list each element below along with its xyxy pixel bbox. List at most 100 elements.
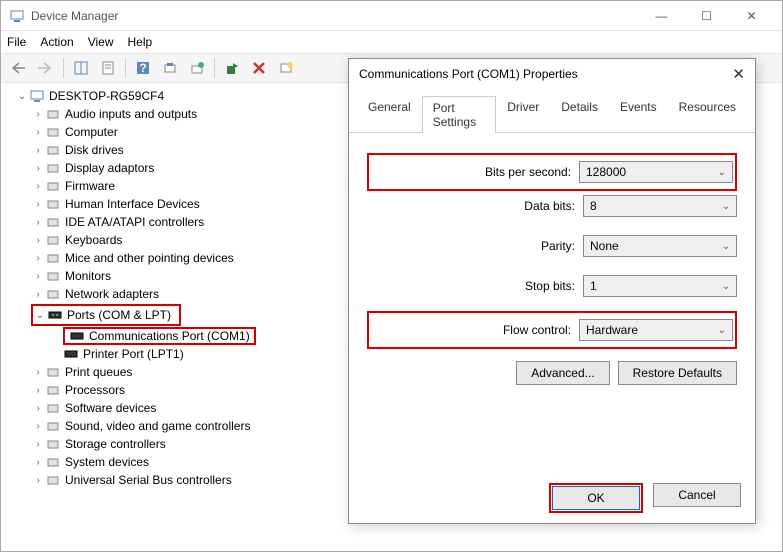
- uninstall-button[interactable]: [247, 56, 271, 80]
- dialog-titlebar: Communications Port (COM1) Properties ✕: [349, 59, 755, 89]
- chevron-down-icon: ⌄: [722, 201, 730, 212]
- expand-icon[interactable]: ›: [31, 403, 45, 414]
- expand-icon[interactable]: ›: [31, 367, 45, 378]
- parity-label: Parity:: [541, 239, 575, 253]
- flow-highlight: Flow control: Hardware⌄: [367, 311, 737, 349]
- bits-label: Bits per second:: [485, 165, 571, 179]
- menu-view[interactable]: View: [88, 35, 114, 49]
- device-icon: [45, 216, 61, 228]
- menu-file[interactable]: File: [7, 35, 26, 49]
- expand-icon[interactable]: ›: [31, 253, 45, 264]
- expand-icon[interactable]: ›: [31, 271, 45, 282]
- expand-icon[interactable]: ›: [31, 181, 45, 192]
- expand-icon[interactable]: ›: [31, 235, 45, 246]
- separator: [63, 58, 64, 78]
- device-icon: [45, 144, 61, 156]
- menu-help[interactable]: Help: [128, 35, 153, 49]
- dialog-close-button[interactable]: ✕: [732, 65, 745, 83]
- expand-icon[interactable]: ›: [31, 439, 45, 450]
- expand-icon[interactable]: ›: [31, 289, 45, 300]
- collapse-icon[interactable]: ⌄: [15, 91, 29, 102]
- restore-defaults-button[interactable]: Restore Defaults: [618, 361, 737, 385]
- databits-select[interactable]: 8⌄: [583, 195, 737, 217]
- titlebar: Device Manager — ☐ ✕: [1, 1, 782, 31]
- expand-icon[interactable]: ›: [31, 457, 45, 468]
- separator: [125, 58, 126, 78]
- tree-item-label: Audio inputs and outputs: [65, 107, 197, 121]
- tree-item-label: Keyboards: [65, 233, 122, 247]
- expand-icon[interactable]: ›: [31, 385, 45, 396]
- tree-item-label: Firmware: [65, 179, 115, 193]
- show-hide-button[interactable]: [69, 56, 93, 80]
- expand-icon[interactable]: ›: [31, 109, 45, 120]
- enable-button[interactable]: [220, 56, 244, 80]
- computer-icon: [29, 89, 45, 103]
- flow-select[interactable]: Hardware⌄: [579, 319, 733, 341]
- tree-item-label: IDE ATA/ATAPI controllers: [65, 215, 204, 229]
- ports-highlight: ⌄ Ports (COM & LPT): [31, 304, 181, 326]
- refresh-button[interactable]: [274, 56, 298, 80]
- expand-icon[interactable]: ›: [31, 475, 45, 486]
- device-icon: [45, 384, 61, 396]
- tab-events[interactable]: Events: [609, 95, 668, 132]
- tree-item-label: System devices: [65, 455, 149, 469]
- device-icon: [45, 252, 61, 264]
- tree-item-label: Sound, video and game controllers: [65, 419, 250, 433]
- tab-details[interactable]: Details: [550, 95, 609, 132]
- help-button[interactable]: ?: [131, 56, 155, 80]
- tree-item-label: Print queues: [65, 365, 132, 379]
- expand-icon[interactable]: ›: [31, 217, 45, 228]
- bits-select[interactable]: 128000⌄: [579, 161, 733, 183]
- scan-button[interactable]: [158, 56, 182, 80]
- svg-text:?: ?: [139, 61, 146, 75]
- tab-general[interactable]: General: [357, 95, 422, 132]
- dialog-footer: OK Cancel: [549, 483, 741, 513]
- expand-icon[interactable]: ›: [31, 127, 45, 138]
- parity-select[interactable]: None⌄: [583, 235, 737, 257]
- tree-item-label: Human Interface Devices: [65, 197, 200, 211]
- tree-item-label: Display adaptors: [65, 161, 154, 175]
- ok-button[interactable]: OK: [552, 486, 640, 510]
- device-icon: [45, 474, 61, 486]
- device-icon: [45, 288, 61, 300]
- forward-button[interactable]: [34, 56, 58, 80]
- com1-label: Communications Port (COM1): [89, 329, 250, 343]
- dialog-title: Communications Port (COM1) Properties: [359, 67, 732, 81]
- tab-strip: General Port Settings Driver Details Eve…: [349, 89, 755, 133]
- advanced-button[interactable]: Advanced...: [516, 361, 609, 385]
- properties-dialog: Communications Port (COM1) Properties ✕ …: [348, 58, 756, 524]
- root-label: DESKTOP-RG59CF4: [49, 89, 164, 103]
- close-button[interactable]: ✕: [729, 1, 774, 31]
- expand-icon[interactable]: ›: [31, 421, 45, 432]
- databits-label: Data bits:: [524, 199, 575, 213]
- stopbits-select[interactable]: 1⌄: [583, 275, 737, 297]
- device-icon: [45, 438, 61, 450]
- maximize-button[interactable]: ☐: [684, 1, 729, 31]
- bits-highlight: Bits per second: 128000⌄: [367, 153, 737, 191]
- minimize-button[interactable]: —: [639, 1, 684, 31]
- expand-icon[interactable]: ›: [31, 145, 45, 156]
- tab-port-settings[interactable]: Port Settings: [422, 96, 497, 133]
- device-icon: [45, 420, 61, 432]
- tree-item-label: Software devices: [65, 401, 156, 415]
- window-title: Device Manager: [31, 9, 639, 23]
- properties-button[interactable]: [96, 56, 120, 80]
- tree-item-ports[interactable]: ⌄ Ports (COM & LPT): [33, 306, 179, 324]
- tree-item-label: Storage controllers: [65, 437, 166, 451]
- tab-resources[interactable]: Resources: [668, 95, 747, 132]
- expand-icon[interactable]: ›: [31, 163, 45, 174]
- chevron-down-icon: ⌄: [718, 167, 726, 178]
- cancel-button[interactable]: Cancel: [653, 483, 741, 507]
- menu-action[interactable]: Action: [40, 35, 73, 49]
- collapse-icon[interactable]: ⌄: [33, 310, 47, 321]
- device-icon: [45, 366, 61, 378]
- expand-icon[interactable]: ›: [31, 199, 45, 210]
- tab-driver[interactable]: Driver: [496, 95, 550, 132]
- device-icon: [45, 198, 61, 210]
- tree-item-label: Network adapters: [65, 287, 159, 301]
- device-icon: [45, 108, 61, 120]
- flow-label: Flow control:: [503, 323, 571, 337]
- update-button[interactable]: [185, 56, 209, 80]
- back-button[interactable]: [7, 56, 31, 80]
- ports-label: Ports (COM & LPT): [67, 308, 171, 322]
